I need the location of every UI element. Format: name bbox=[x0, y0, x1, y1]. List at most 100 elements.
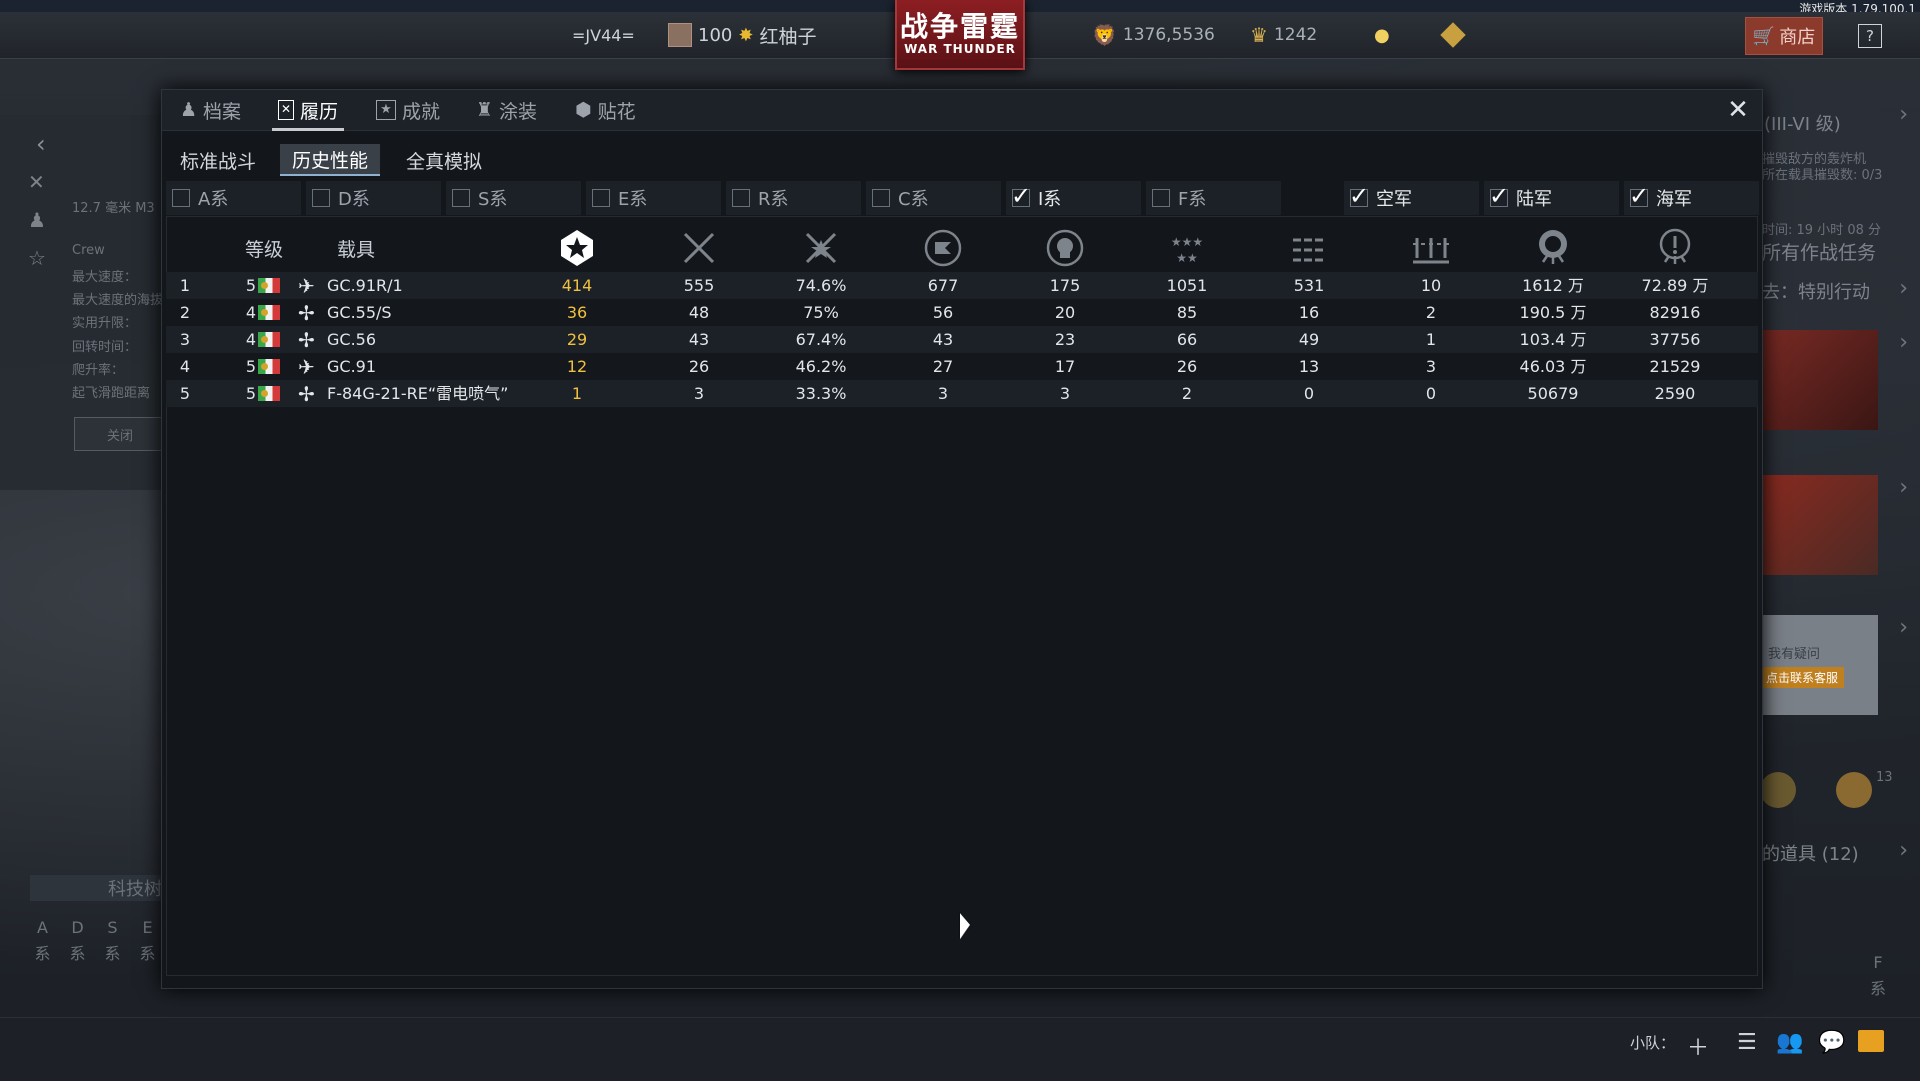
star-icon[interactable]: ☆ bbox=[28, 246, 46, 270]
silver-lions[interactable]: 🦁 1376,5536 bbox=[1092, 12, 1215, 58]
tab-achievements[interactable]: ★ 成就 bbox=[376, 90, 440, 130]
golden-eagles[interactable]: ♛ 1242 bbox=[1250, 12, 1317, 58]
chevron-right-icon[interactable]: › bbox=[1899, 475, 1908, 500]
deaths-icon[interactable] bbox=[1025, 224, 1105, 272]
ship-kills-value: 10 bbox=[1420, 276, 1442, 295]
table-header: 等级 载具 ★★★ ★★ bbox=[166, 224, 1758, 272]
chevron-right-icon[interactable]: › bbox=[1899, 276, 1908, 301]
item-medal-icon[interactable] bbox=[1836, 772, 1872, 808]
checkbox bbox=[312, 189, 330, 207]
stat-label: 起飞滑跑距离 bbox=[72, 386, 151, 401]
tech-col-a[interactable]: A系 bbox=[30, 915, 55, 967]
event-banner[interactable] bbox=[1760, 475, 1878, 575]
missions-value: 43 bbox=[932, 330, 954, 349]
friends-icon[interactable]: 👥 bbox=[1776, 1030, 1803, 1055]
vehicle-name: GC.55/S bbox=[327, 303, 392, 322]
level-star-icon: ✸ bbox=[738, 24, 754, 46]
lions-value: 50679 bbox=[1527, 384, 1579, 403]
tech-tree-bar[interactable]: 科技树 bbox=[30, 875, 170, 901]
vehicle-header[interactable]: 载具 bbox=[326, 224, 386, 272]
ship-kills-value: 1 bbox=[1425, 330, 1437, 349]
tab-skins[interactable]: ♜ 涂装 bbox=[476, 90, 537, 130]
crew-icon[interactable]: ♟ bbox=[28, 208, 46, 232]
rank-value: 5 bbox=[245, 276, 257, 295]
jet-icon: ✈ bbox=[298, 274, 315, 298]
naval-kills-icon[interactable] bbox=[1269, 224, 1349, 272]
items-link[interactable]: 的道具 (12) bbox=[1762, 840, 1859, 866]
air-kills-icon[interactable] bbox=[659, 224, 739, 272]
squadron-tag[interactable]: =JV44= bbox=[572, 12, 635, 58]
tab-record[interactable]: ✕ 履历 bbox=[271, 90, 345, 131]
close-button[interactable]: 关闭 bbox=[74, 417, 166, 451]
all-tasks-link[interactable]: 所有作战任务 bbox=[1762, 238, 1876, 265]
research-icon[interactable] bbox=[1635, 224, 1715, 272]
tab-profile[interactable]: ♟ 档案 bbox=[180, 90, 241, 130]
crew-label: Crew bbox=[72, 243, 105, 258]
table-row[interactable]: 4 5 ✈ GC.91 12 26 46.2% 27 17 26 13 3 46… bbox=[166, 353, 1758, 380]
filter-r[interactable]: R系 bbox=[726, 181, 861, 215]
rank-header[interactable]: 等级 bbox=[234, 224, 294, 272]
filter-c[interactable]: C系 bbox=[866, 181, 1001, 215]
checkbox bbox=[732, 189, 750, 207]
victories-icon[interactable] bbox=[537, 224, 617, 272]
item-medal-icon[interactable] bbox=[1760, 772, 1796, 808]
filter-d[interactable]: D系 bbox=[306, 181, 441, 215]
ground-kills-value: 26 bbox=[1176, 357, 1198, 376]
ground-kills-icon[interactable]: ★★★ ★★ bbox=[1147, 224, 1227, 272]
chevron-right-icon[interactable]: › bbox=[1899, 330, 1908, 355]
task-time: 时间: 19 小时 08 分 bbox=[1762, 223, 1881, 238]
filter-e[interactable]: E系 bbox=[586, 181, 721, 215]
tech-col-s[interactable]: S系 bbox=[100, 915, 125, 967]
filter-a[interactable]: A系 bbox=[166, 181, 301, 215]
win-rate-icon[interactable] bbox=[781, 224, 861, 272]
filter-ground[interactable]: 陆军 bbox=[1484, 181, 1619, 215]
subtab-realistic[interactable]: 历史性能 bbox=[280, 144, 381, 176]
lightbulb-icon[interactable]: ● bbox=[1374, 12, 1390, 58]
add-squad-icon[interactable]: ＋ bbox=[1687, 1030, 1709, 1062]
list-icon[interactable]: ☰ bbox=[1737, 1030, 1757, 1055]
profile-dialog: ♟ 档案 ✕ 履历 ★ 成就 ♜ 涂装 ⬢ 贴花 ✕ 标准战斗 历史性能 全真模… bbox=[161, 89, 1763, 989]
filter-s[interactable]: S系 bbox=[446, 181, 581, 215]
ship-kills-icon[interactable] bbox=[1391, 224, 1471, 272]
subtab-simulator[interactable]: 全真模拟 bbox=[394, 144, 494, 176]
rank-value: 4 bbox=[245, 330, 257, 349]
filter-naval[interactable]: 海军 bbox=[1624, 181, 1759, 215]
player-info[interactable]: 100 ✸ 红柚子 bbox=[668, 12, 816, 58]
lions-icon[interactable] bbox=[1513, 224, 1593, 272]
player-level: 100 bbox=[698, 24, 733, 46]
shop-button[interactable]: 🛒 商店 bbox=[1745, 17, 1823, 55]
missions-icon[interactable] bbox=[903, 224, 983, 272]
tech-col-d[interactable]: D系 bbox=[65, 915, 90, 967]
chat-icon[interactable]: 💬 bbox=[1818, 1030, 1845, 1055]
victories-value: 1 bbox=[571, 384, 583, 403]
support-banner[interactable]: 我有疑问 点击联系客服 bbox=[1760, 615, 1878, 715]
table-row[interactable]: 1 5 ✈ GC.91R/1 414 555 74.6% 677 175 105… bbox=[166, 272, 1758, 299]
filter-f[interactable]: F系 bbox=[1146, 181, 1281, 215]
special-op-link[interactable]: 去：特别行动 bbox=[1762, 278, 1870, 304]
record-icon: ✕ bbox=[278, 100, 294, 120]
italy-flag-icon bbox=[258, 386, 280, 401]
close-icon[interactable]: ✕ bbox=[1724, 95, 1752, 125]
tab-decals[interactable]: ⬢ 贴花 bbox=[575, 90, 636, 130]
table-row[interactable]: 5 5 ✢ F-84G-21-RE“雷电喷气” 1 3 33.3% 3 3 2 … bbox=[166, 380, 1758, 407]
table-row[interactable]: 3 4 ✢ GC.56 29 43 67.4% 43 23 66 49 1 10… bbox=[166, 326, 1758, 353]
mail-icon[interactable] bbox=[1858, 1030, 1884, 1052]
subtab-arcade[interactable]: 标准战斗 bbox=[168, 144, 268, 176]
row-number: 3 bbox=[179, 330, 191, 349]
chevron-right-icon[interactable]: › bbox=[1899, 838, 1908, 863]
filter-i[interactable]: I系 bbox=[1006, 181, 1141, 215]
tech-col-e[interactable]: E系 bbox=[135, 915, 160, 967]
event-banner[interactable] bbox=[1760, 330, 1878, 430]
italy-flag-icon bbox=[258, 359, 280, 374]
air-kills-value: 48 bbox=[688, 303, 710, 322]
help-button[interactable]: ? bbox=[1858, 24, 1882, 48]
chevron-left-icon[interactable]: ‹ bbox=[36, 130, 46, 158]
eagle-icon: ♛ bbox=[1250, 23, 1268, 47]
crossed-swords-icon[interactable]: ✕ bbox=[28, 170, 46, 194]
filter-air[interactable]: 空军 bbox=[1344, 181, 1479, 215]
premium-icon[interactable] bbox=[1440, 12, 1466, 58]
tech-col-f[interactable]: F系 bbox=[1870, 950, 1886, 1002]
table-row[interactable]: 2 4 ✢ GC.55/S 36 48 75% 56 20 85 16 2 19… bbox=[166, 299, 1758, 326]
chevron-right-icon[interactable]: › bbox=[1899, 615, 1908, 640]
chevron-right-icon[interactable]: › bbox=[1899, 102, 1908, 127]
